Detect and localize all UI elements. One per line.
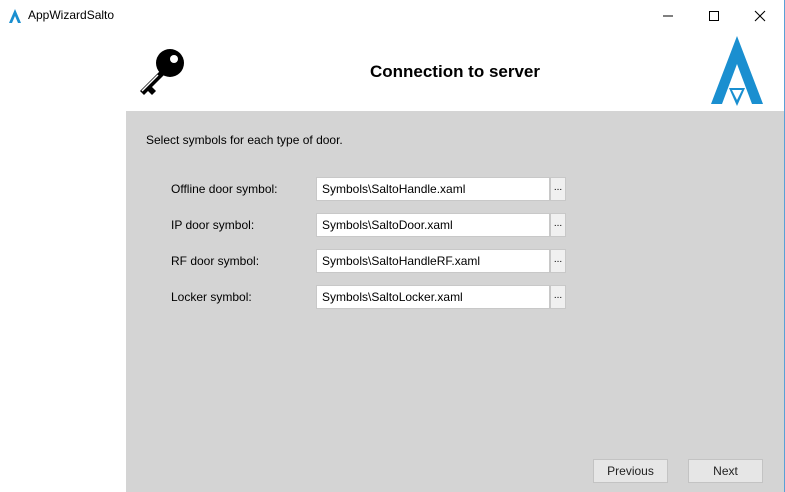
offline-door-row: Offline door symbol: Symbols\SaltoHandle… [126,177,784,201]
title-bar: AppWizardSalto [0,0,784,31]
locker-symbol-input[interactable]: Symbols\SaltoLocker.xaml [316,285,550,309]
app-window: AppWizardSalto Connection to server Sele… [0,0,785,492]
ip-door-label: IP door symbol: [171,218,255,232]
rf-door-symbol-input[interactable]: Symbols\SaltoHandleRF.xaml [316,249,550,273]
maximize-button[interactable] [691,0,737,31]
brand-logo-icon [711,36,763,106]
previous-button[interactable]: Previous [593,459,668,483]
rf-door-row: RF door symbol: Symbols\SaltoHandleRF.xa… [126,249,784,273]
close-icon [754,10,766,21]
locker-browse-button[interactable]: ... [550,285,566,309]
wizard-content: Select symbols for each type of door. Of… [126,111,784,492]
page-title: Connection to server [369,62,541,81]
next-button[interactable]: Next [688,459,763,483]
wizard-header: Connection to server [126,31,784,111]
offline-door-symbol-input[interactable]: Symbols\SaltoHandle.xaml [316,177,550,201]
offline-door-label: Offline door symbol: [171,182,278,196]
instructions-text: Select symbols for each type of door. [146,133,343,147]
locker-label: Locker symbol: [171,290,252,304]
minimize-icon [663,15,673,16]
ip-door-browse-button[interactable]: ... [550,213,566,237]
ip-door-row: IP door symbol: Symbols\SaltoDoor.xaml .… [126,213,784,237]
maximize-icon [709,10,719,21]
rf-door-browse-button[interactable]: ... [550,249,566,273]
left-panel [0,31,126,492]
rf-door-label: RF door symbol: [171,254,260,268]
offline-door-browse-button[interactable]: ... [550,177,566,201]
minimize-button[interactable] [645,0,691,31]
app-title: AppWizardSalto [28,8,115,22]
close-button[interactable] [737,0,783,31]
ip-door-symbol-input[interactable]: Symbols\SaltoDoor.xaml [316,213,550,237]
app-logo-icon [9,9,21,23]
locker-row: Locker symbol: Symbols\SaltoLocker.xaml … [126,285,784,309]
